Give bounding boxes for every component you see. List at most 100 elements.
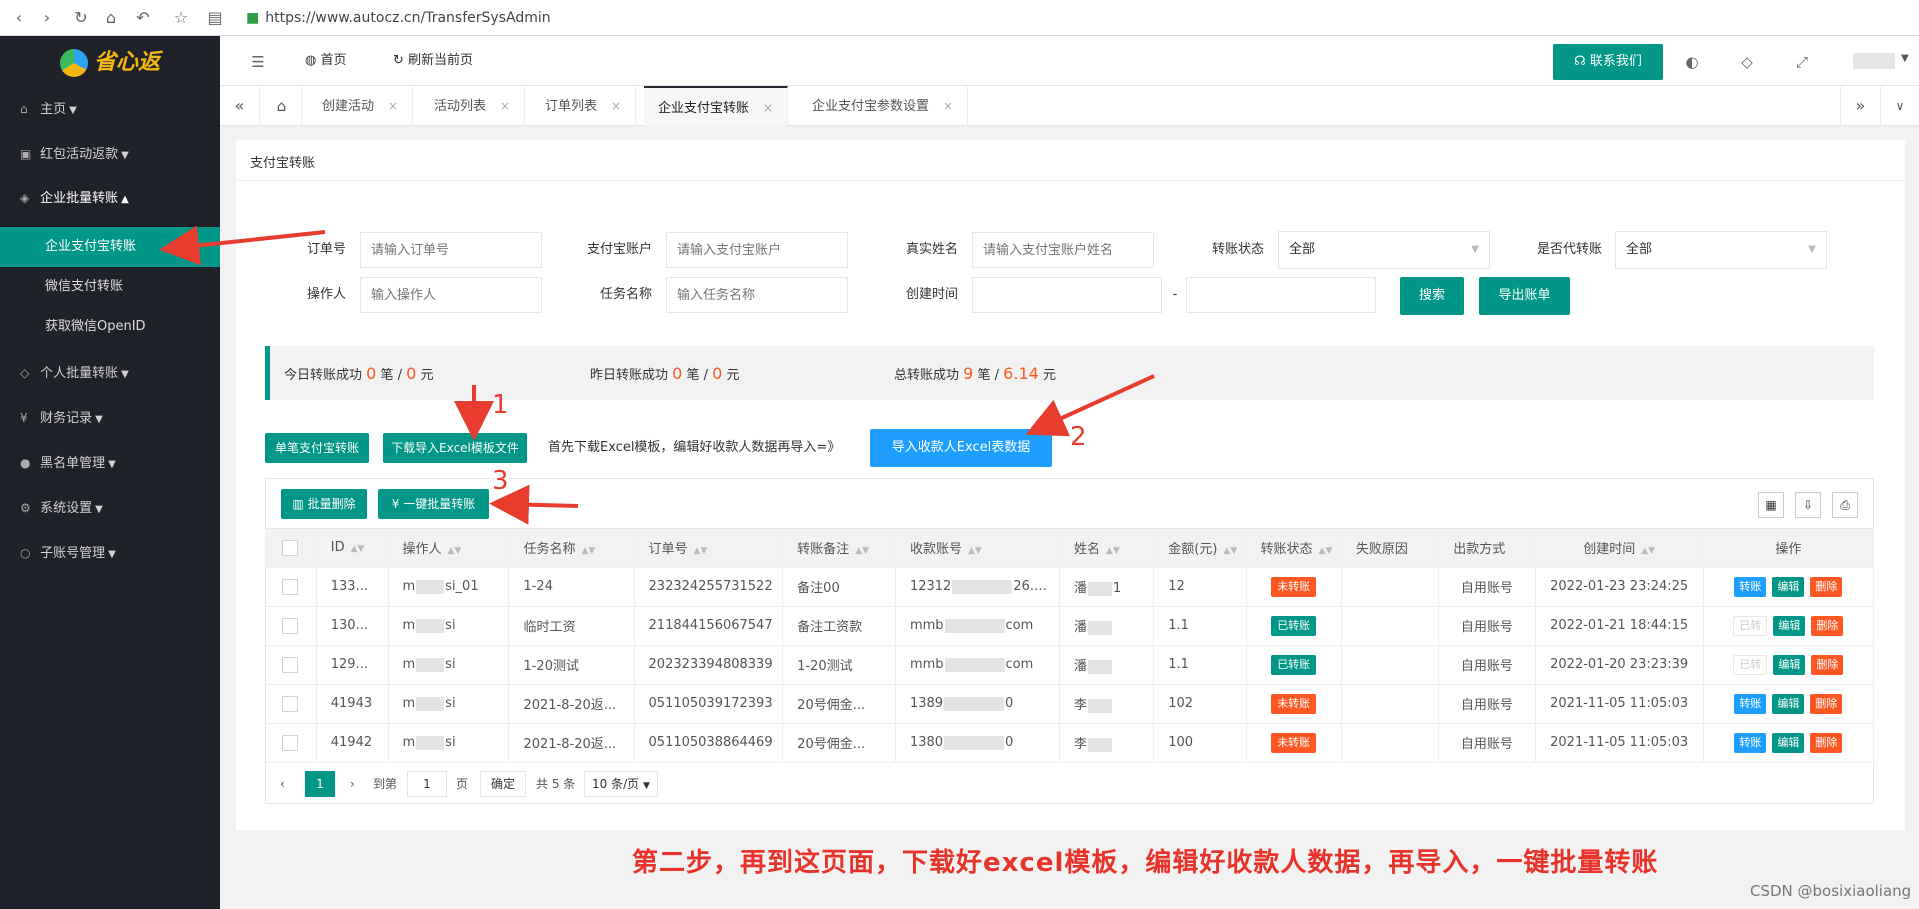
row-select-cell[interactable] [265,645,317,685]
page-confirm-button[interactable]: 确定 [480,771,526,797]
sidebar-item-settings[interactable]: ⚙ 系统设置 ▼ [0,490,220,526]
delete-button[interactable]: 删除 [1811,615,1844,636]
sort-icon[interactable]: ▲▼ [1641,546,1655,556]
undo-icon[interactable]: ↶ [132,7,154,29]
sidebar-item-openid[interactable]: 获取微信OpenID [0,307,220,347]
delete-button[interactable]: 删除 [1810,576,1843,597]
close-icon[interactable]: × [611,99,621,113]
checkbox[interactable] [282,539,299,556]
transfer-button[interactable]: 转账 [1734,732,1767,753]
home-link[interactable]: ◍ 首页 [305,50,347,72]
row-select-cell[interactable] [265,723,317,763]
checkbox[interactable] [282,656,299,673]
user-avatar[interactable] [1853,53,1895,69]
sidebar-item-home[interactable]: ⌂ 主页 ▼ [0,91,220,127]
sidebar-item-subaccount[interactable]: ○ 子账号管理 ▼ [0,535,220,571]
tab-order-list[interactable]: 订单列表 × [531,86,637,126]
col-task[interactable]: 任务名称 ▲▼ [508,529,635,568]
delete-button[interactable]: 删除 [1810,732,1843,753]
col-time[interactable]: 创建时间 ▲▼ [1535,529,1704,568]
sort-icon[interactable]: ▲▼ [694,546,708,556]
close-icon[interactable]: × [500,99,510,113]
sort-icon[interactable]: ▲▼ [1223,546,1237,556]
tab-alipay-transfer[interactable]: 企业支付宝转账 × [644,86,789,126]
transfer-button[interactable]: 转账 [1734,576,1767,597]
sort-icon[interactable]: ▲▼ [581,546,595,556]
row-select-cell[interactable] [265,606,317,646]
close-icon[interactable]: × [943,99,953,113]
task-input[interactable] [666,277,848,313]
tab-create-activity[interactable]: 创建活动 × [308,86,414,126]
per-page-select[interactable]: 10 条/页 ▼ [584,771,658,797]
reader-icon[interactable]: ▤ [204,7,226,29]
edit-button[interactable]: 编辑 [1773,654,1806,675]
select-all-cell[interactable] [265,529,317,568]
col-operator[interactable]: 操作人 ▲▼ [388,529,510,568]
tag-icon[interactable]: ◇ [1737,52,1757,72]
edit-button[interactable]: 编辑 [1772,732,1805,753]
delete-button[interactable]: 删除 [1810,693,1843,714]
refresh-link[interactable]: ↻ 刷新当前页 [393,50,473,72]
back-icon[interactable]: ‹ [8,7,30,29]
sort-icon[interactable]: ▲▼ [351,544,365,554]
delete-button[interactable]: 删除 [1811,654,1844,675]
theme-icon[interactable]: ◐ [1682,52,1702,72]
search-button[interactable]: 搜索 [1400,277,1464,315]
name-input[interactable] [972,232,1154,268]
edit-button[interactable]: 编辑 [1773,615,1806,636]
sort-icon[interactable]: ▲▼ [1319,546,1333,556]
sort-icon[interactable]: ▲▼ [855,546,869,556]
col-id[interactable]: ID ▲▼ [316,529,389,568]
operator-input[interactable] [360,277,542,313]
col-amount[interactable]: 金额(元) ▲▼ [1153,529,1247,568]
tab-alipay-settings[interactable]: 企业支付宝参数设置 × [798,86,969,126]
sidebar-item-blacklist[interactable]: ● 黑名单管理 ▼ [0,445,220,481]
sort-icon[interactable]: ▲▼ [968,546,982,556]
tab-home-icon[interactable]: ⌂ [262,86,302,126]
edit-button[interactable]: 编辑 [1772,693,1805,714]
row-select-cell[interactable] [265,567,317,607]
row-select-cell[interactable] [265,684,317,724]
close-icon[interactable]: × [763,101,773,115]
batch-delete-button[interactable]: ▥ 批量删除 [281,489,367,519]
status-select[interactable]: 全部 ▼ [1278,231,1490,269]
page-number-current[interactable]: 1 [305,771,335,797]
tab-activity-list[interactable]: 活动列表 × [420,86,526,126]
proxy-select[interactable]: 全部 ▼ [1615,231,1827,269]
reload-icon[interactable]: ↻ [70,7,92,29]
columns-icon[interactable]: ▦ [1758,492,1784,518]
export-icon[interactable]: ⇩ [1795,492,1821,518]
col-account[interactable]: 收款账号 ▲▼ [895,529,1060,568]
sidebar-item-alipay-transfer[interactable]: 企业支付宝转账 [0,227,220,267]
alipay-input[interactable] [666,232,848,268]
sidebar-item-finance[interactable]: ¥ 财务记录 ▼ [0,400,220,436]
checkbox[interactable] [282,617,299,634]
col-order[interactable]: 订单号 ▲▼ [634,529,784,568]
sidebar-item-wechat-transfer[interactable]: 微信支付转账 [0,267,220,307]
transfer-button[interactable]: 转账 [1734,693,1767,714]
sort-icon[interactable]: ▲▼ [448,546,462,556]
tab-menu-icon[interactable]: ∨ [1880,86,1919,126]
checkbox[interactable] [282,734,299,751]
export-button[interactable]: 导出账单 [1479,277,1570,315]
checkbox[interactable] [282,695,299,712]
menu-toggle-icon[interactable]: ☰ [248,52,268,72]
address-bar[interactable]: ■ https://www.autocz.cn/TransferSysAdmin [246,8,551,28]
sidebar-item-personal-transfer[interactable]: ◇ 个人批量转账 ▼ [0,355,220,391]
tab-scroll-right-icon[interactable]: » [1840,86,1880,126]
fullscreen-icon[interactable]: ⤢ [1792,52,1812,72]
time-start-input[interactable] [972,277,1162,313]
single-transfer-button[interactable]: 单笔支付宝转账 [265,433,369,463]
col-name[interactable]: 姓名 ▲▼ [1059,529,1155,568]
forward-icon[interactable]: › [36,7,58,29]
star-icon[interactable]: ☆ [170,7,192,29]
sidebar-item-redpacket[interactable]: ▣ 红包活动返款 ▼ [0,136,220,172]
prev-page-icon[interactable]: ‹ [280,771,285,797]
batch-transfer-button[interactable]: ¥ 一键批量转账 [378,489,489,519]
import-excel-button[interactable]: 导入收款人Excel表数据 [870,429,1052,467]
col-status[interactable]: 转账状态 ▲▼ [1246,529,1342,568]
col-remark[interactable]: 转账备注 ▲▼ [782,529,896,568]
close-icon[interactable]: × [388,99,398,113]
tab-scroll-left-icon[interactable]: « [220,86,260,126]
time-end-input[interactable] [1186,277,1376,313]
